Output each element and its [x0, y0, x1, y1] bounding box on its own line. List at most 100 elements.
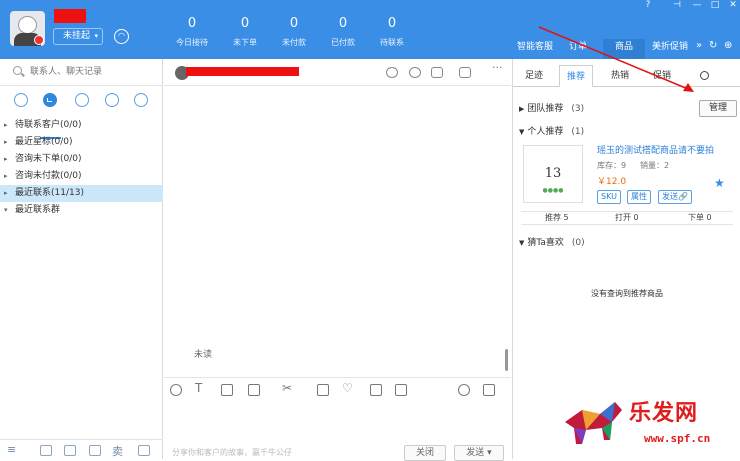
tree-item-pending[interactable]: ▸ 待联系客户(0/0)	[0, 117, 163, 134]
contact-pane: ▸ 待联系客户(0/0) ▸ 最近星标(0/0) ▸ 咨询未下单(0/0) ▸ 咨询未付…	[0, 59, 163, 459]
quick-reply-icon[interactable]	[458, 384, 470, 396]
search-input[interactable]	[30, 64, 155, 80]
scissors-icon[interactable]: ✂	[282, 381, 292, 395]
collapse-arrow-icon: ▶	[519, 105, 525, 113]
folder-icon[interactable]	[248, 384, 260, 396]
tree-item-label: 待联系客户(0/0)	[15, 120, 82, 130]
status-dropdown[interactable]: 未挂起 ▾	[53, 28, 103, 45]
save-icon[interactable]	[395, 384, 407, 396]
more-icon[interactable]: ···	[492, 61, 503, 74]
unread-label: 未读	[194, 350, 213, 360]
history-icon[interactable]	[483, 384, 495, 396]
product-sales: 销量：2	[640, 161, 670, 170]
calendar-icon[interactable]	[89, 445, 101, 456]
status-label: 未挂起	[63, 31, 91, 41]
sku-button[interactable]: SKU	[597, 190, 621, 204]
minimize-icon[interactable]: —	[690, 0, 704, 11]
tree-item-label: 咨询未下单(0/0)	[15, 154, 82, 164]
emoji-icon[interactable]	[170, 384, 182, 396]
more-tabs-icon[interactable]: »	[696, 39, 702, 53]
tree-item-recent-groups[interactable]: ▾ 最近联系群	[0, 202, 163, 219]
font-icon[interactable]: T	[195, 381, 202, 395]
chat-icon[interactable]	[14, 93, 28, 107]
heart-icon[interactable]: ♡	[342, 381, 353, 395]
expand-arrow-icon: ▸	[4, 189, 8, 197]
section-team-recommend[interactable]: ▶ 团队推荐 (3)	[519, 101, 584, 114]
contact-person-icon[interactable]	[75, 93, 89, 107]
stat-value: 0	[387, 16, 397, 31]
tab-recommend[interactable]: 推荐	[559, 65, 593, 87]
contact-name-redacted	[186, 67, 299, 76]
close-icon[interactable]: ✕	[726, 0, 740, 11]
open-count: 打开 0	[615, 213, 639, 222]
product-price: ￥12.0	[597, 177, 627, 187]
expand-arrow-icon: ▼	[519, 128, 525, 136]
tab-footprint[interactable]: 足迹	[519, 65, 549, 87]
section-guess-likes[interactable]: ▼ 猜Ta喜欢 (0)	[519, 235, 585, 248]
recommend-count: 推荐 5	[545, 213, 569, 222]
tree-item-unpaid[interactable]: ▸ 咨询未付款(0/0)	[0, 168, 163, 185]
send-link-button[interactable]: 发送🔗	[658, 190, 692, 204]
contact-search	[0, 59, 163, 86]
product-title-link[interactable]: 瑶玉的测试搭配商品请不要拍	[597, 143, 714, 156]
expand-arrow-icon: ▼	[519, 239, 525, 247]
stat-label: 待联系	[380, 38, 404, 47]
section-count: (0)	[571, 238, 585, 248]
stat-to-contact[interactable]: 0 待联系	[366, 16, 418, 50]
tab-promo[interactable]: 促销	[647, 65, 677, 87]
attributes-button[interactable]: 属性	[627, 190, 651, 204]
search-icon[interactable]	[700, 71, 709, 80]
star-icon[interactable]: ★	[714, 176, 725, 190]
chat-scrollbar[interactable]	[505, 349, 508, 371]
window-icon[interactable]	[138, 445, 150, 456]
stat-not-ordered[interactable]: 0 未下单	[219, 16, 271, 50]
stat-unpaid[interactable]: 0 未付款	[268, 16, 320, 50]
stat-paid[interactable]: 0 已付款	[317, 16, 369, 50]
pin-icon[interactable]: ⊣	[670, 0, 684, 11]
avatar[interactable]	[10, 11, 45, 46]
manage-button[interactable]: 管理	[699, 100, 737, 117]
expand-arrow-icon: ▸	[4, 121, 8, 129]
stat-value: 0	[240, 16, 250, 31]
stat-today-reception[interactable]: 0 今日接待	[166, 16, 218, 50]
tree-item-label: 最近星标(0/0)	[15, 137, 73, 147]
user-settings-icon[interactable]	[409, 67, 421, 78]
group-icon[interactable]	[105, 93, 119, 107]
tab-promotions[interactable]: 美折促销	[650, 39, 690, 59]
organization-icon[interactable]	[134, 93, 148, 107]
message-composer[interactable]: 分享你和客户的故事，赢千牛公仔 关闭 发送 ▾	[164, 403, 511, 461]
nickname-redacted	[54, 9, 86, 23]
tree-item-starred[interactable]: ▸ 最近星标(0/0)	[0, 134, 163, 151]
tree-item-recent[interactable]: ▸ 最近联系(11/13)	[0, 185, 163, 202]
product-image[interactable]: 13 ●●●●	[523, 145, 583, 203]
mail-check-icon[interactable]	[431, 67, 443, 78]
tab-smart-service[interactable]: 智能客服	[514, 39, 556, 59]
tree-item-not-ordered[interactable]: ▸ 咨询未下单(0/0)	[0, 151, 163, 168]
tab-hot-sales[interactable]: 热销	[605, 65, 635, 87]
menu-icon[interactable]: ≡	[7, 443, 16, 456]
add-plugin-icon[interactable]: ⊕	[724, 39, 732, 53]
mail-icon[interactable]	[64, 445, 76, 456]
video-icon[interactable]	[459, 67, 471, 78]
task-icon[interactable]	[40, 445, 52, 456]
section-personal-recommend[interactable]: ▼ 个人推荐 (1)	[519, 124, 584, 137]
composer-hint: 分享你和客户的故事，赢千牛公仔	[172, 448, 292, 457]
stat-label: 已付款	[331, 38, 355, 47]
image-icon[interactable]	[221, 384, 233, 396]
tab-orders[interactable]: 订单	[566, 39, 590, 59]
help-icon[interactable]: ?	[641, 0, 655, 11]
expand-arrow-icon: ▸	[4, 155, 8, 163]
tab-products[interactable]: 商品	[603, 39, 645, 59]
recent-contacts-icon[interactable]	[43, 93, 57, 107]
transfer-icon[interactable]	[386, 67, 398, 78]
empty-result-text: 没有查询到推荐商品	[591, 289, 663, 298]
record-icon[interactable]	[370, 384, 382, 396]
product-image-sub: ●●●●	[542, 187, 564, 194]
sell-icon[interactable]: 卖	[112, 443, 123, 459]
voice-icon[interactable]	[317, 384, 329, 396]
product-stock: 库存：9	[597, 161, 627, 170]
avatar-face	[18, 16, 37, 34]
refresh-icon[interactable]: ↻	[709, 39, 717, 53]
maximize-icon[interactable]: □	[708, 0, 722, 11]
headset-icon[interactable]: ◠	[114, 29, 129, 44]
